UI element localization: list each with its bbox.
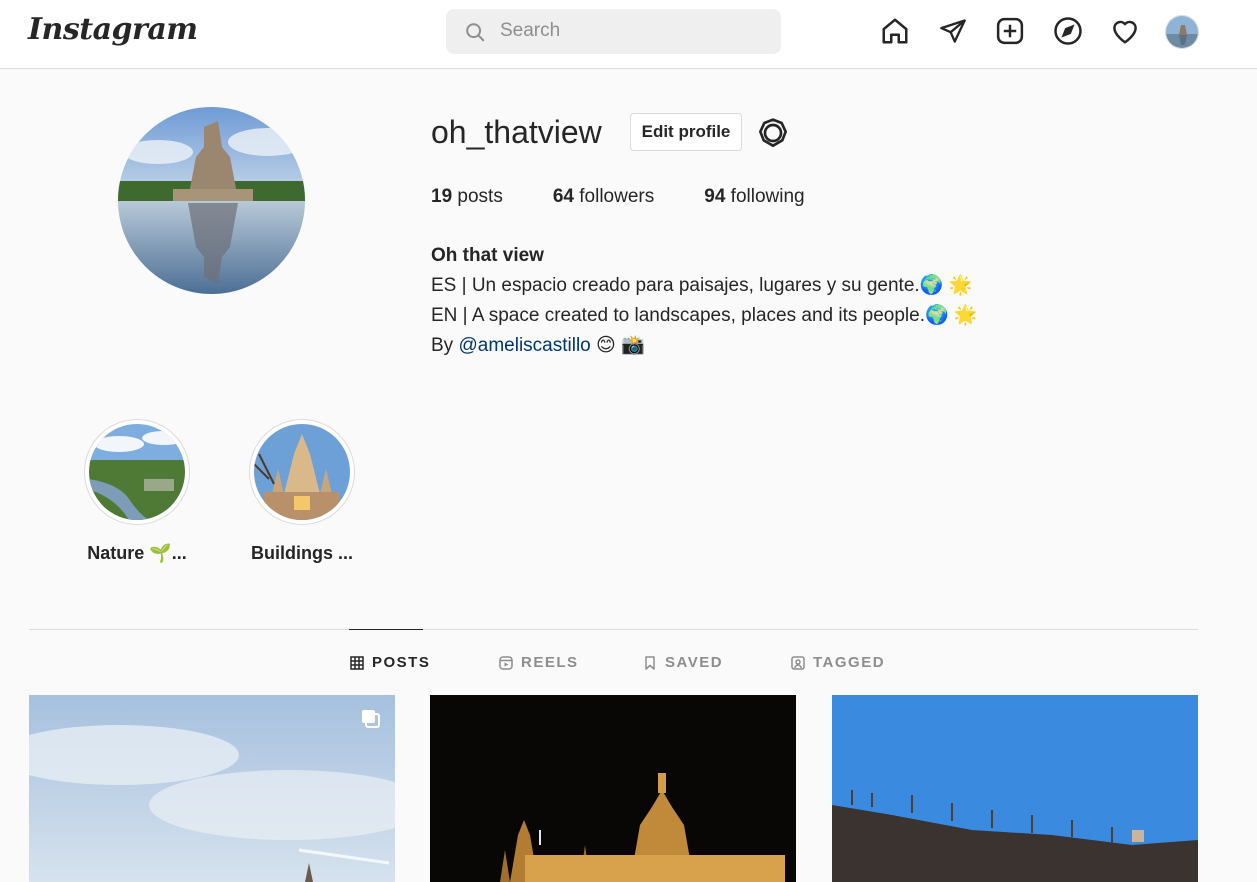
reels-icon (499, 655, 513, 670)
tab-posts[interactable]: POSTS (350, 654, 430, 671)
highlight-label: Buildings ... (251, 543, 353, 563)
tab-reels[interactable]: REELS (499, 654, 579, 671)
search-box[interactable] (446, 9, 781, 54)
explore-icon[interactable] (1052, 15, 1084, 47)
highlight-ring (84, 419, 190, 525)
bio-mention-link[interactable]: @ameliscastillo (458, 335, 590, 356)
activity-heart-icon[interactable] (1109, 15, 1141, 47)
instagram-logo[interactable]: Instagram (28, 12, 198, 47)
followers-stat[interactable]: 64 followers (553, 186, 654, 208)
profile-bio: Oh that view ES | Un espacio creado para… (431, 241, 978, 361)
following-stat[interactable]: 94 following (704, 186, 804, 208)
highlight-buildings[interactable]: Buildings ... (249, 419, 355, 564)
bio-line-es: ES | Un espacio creado para paisajes, lu… (431, 275, 973, 296)
new-post-icon[interactable] (994, 15, 1026, 47)
active-tab-indicator (349, 629, 423, 630)
top-nav: Instagram (0, 0, 1257, 69)
profile-avatar[interactable] (118, 107, 305, 294)
grid-icon (350, 655, 364, 670)
bookmark-icon (645, 655, 655, 670)
settings-gear-icon[interactable] (757, 117, 789, 149)
posts-stat: 19 posts (431, 186, 503, 207)
multiple-photos-icon (362, 710, 380, 728)
highlight-thumbnail (254, 424, 350, 520)
post-thumbnail[interactable] (430, 695, 796, 882)
bio-line-by: By @ameliscastillo 😊 📸 (431, 335, 645, 356)
tabs-divider (29, 629, 1198, 630)
tab-saved[interactable]: SAVED (643, 654, 723, 671)
post-thumbnail[interactable] (29, 695, 395, 882)
search-input[interactable] (500, 17, 760, 45)
bio-line-en: EN | A space created to landscapes, plac… (431, 305, 978, 326)
profile-username: oh_thatview (431, 114, 602, 150)
search-icon (466, 23, 485, 42)
highlight-ring (249, 419, 355, 525)
highlight-label: Nature 🌱... (87, 543, 187, 563)
tagged-person-icon (791, 655, 805, 670)
post-thumbnail[interactable] (832, 695, 1198, 882)
highlight-thumbnail (89, 424, 185, 520)
highlight-nature[interactable]: Nature 🌱... (84, 419, 190, 564)
profile-stats: 19 posts 64 followers 94 following (431, 186, 855, 208)
bio-name: Oh that view (431, 245, 544, 266)
profile-avatar-nav[interactable] (1165, 15, 1199, 49)
direct-icon[interactable] (937, 15, 969, 47)
home-icon[interactable] (879, 15, 911, 47)
edit-profile-button[interactable]: Edit profile (630, 113, 742, 151)
tab-tagged[interactable]: TAGGED (791, 654, 885, 671)
